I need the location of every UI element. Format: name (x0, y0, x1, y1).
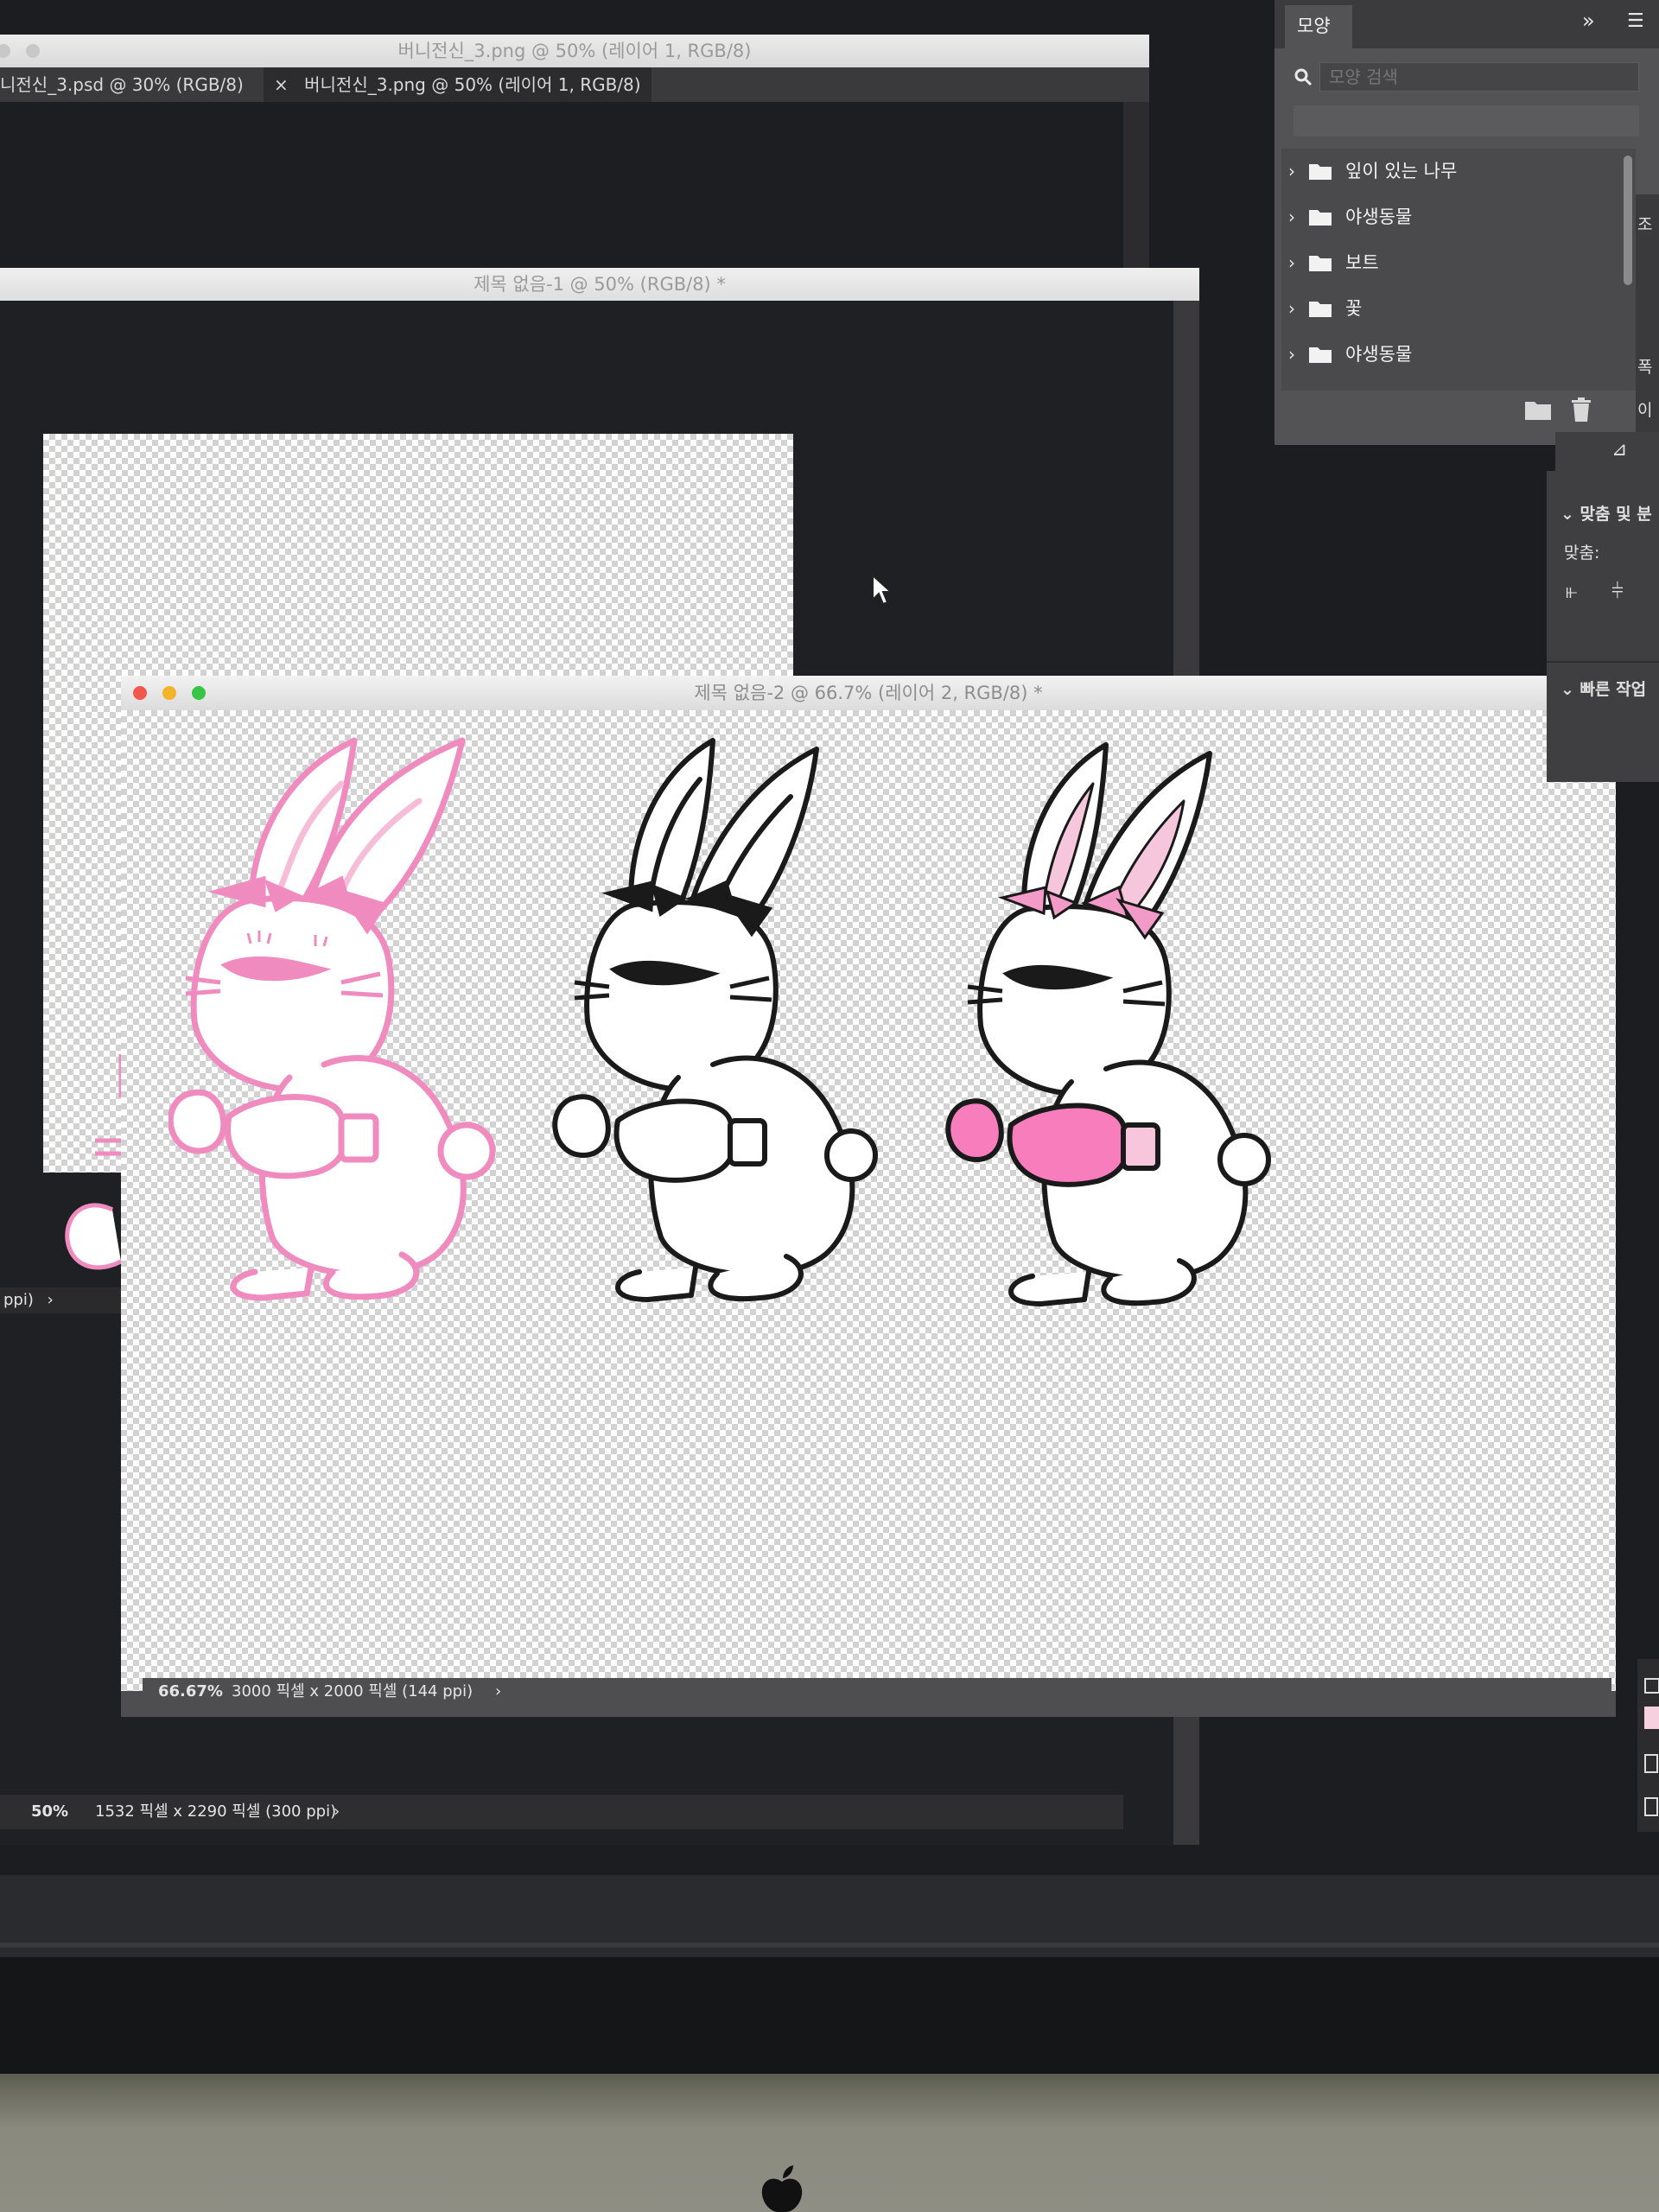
shape-search-input[interactable] (1319, 62, 1639, 92)
align-label-text: 맞춤: (1564, 543, 1600, 563)
collapse-icon[interactable]: » (1582, 9, 1595, 33)
shape-folder-list: › 잎이 있는 나무 › 야생동물 › 보트 › 꽃 › 야생동물 (1281, 149, 1636, 391)
bunny-pink-partial (65, 1054, 124, 1270)
chevron-right-icon[interactable]: › (1288, 286, 1295, 331)
apple-logo-icon (761, 2165, 803, 2212)
new-folder-icon[interactable] (1525, 399, 1551, 420)
folder-icon (1309, 164, 1332, 180)
trash-icon[interactable] (1570, 397, 1592, 422)
chevron-right-icon[interactable]: › (1288, 240, 1295, 285)
window-title: 제목 없음-1 @ 50% (RGB/8) * (474, 274, 726, 295)
angle-icon[interactable]: ⊿ (1611, 439, 1627, 461)
window-right-edge (1123, 102, 1149, 268)
divider (1547, 661, 1659, 663)
shape-folder-item[interactable]: › 보트 (1281, 240, 1627, 285)
mouse-cursor-icon (872, 574, 893, 606)
shape-preview-strip (1294, 105, 1639, 137)
shape-folder-item[interactable]: › 잎이 있는 나무 (1281, 149, 1627, 194)
align-left-icon[interactable]: ⫦ (1566, 579, 1578, 603)
doc-icon[interactable] (1644, 1754, 1658, 1773)
monitor-bezel-edge (0, 1942, 1659, 1948)
shape-folder-item[interactable]: › 야생동물 (1281, 332, 1627, 377)
chevron-down-icon: ⌄ (1560, 505, 1580, 524)
align-center-icon[interactable]: ⫩ (1611, 579, 1624, 603)
canvas-transparent[interactable] (121, 710, 1616, 1691)
shapes-panel: 모양 » ☰ › 잎이 있는 나무 › 야생동물 › 보트 › 꽃 › (1274, 0, 1659, 445)
folder-icon (1309, 210, 1332, 226)
chevron-right-icon[interactable]: › (1288, 149, 1295, 194)
window-title-bar[interactable]: 제목 없음-2 @ 66.7% (레이어 2, RGB/8) * (121, 676, 1616, 710)
status-bar: 66.67% 3000 픽셀 x 2000 픽셀 (144 ppi) › (143, 1678, 1611, 1706)
color-swatch[interactable] (1644, 1707, 1659, 1729)
chevron-right-icon[interactable]: › (1288, 194, 1295, 239)
shape-folder-item[interactable]: › 야생동물 (1281, 194, 1627, 239)
monitor-chin (0, 2074, 1659, 2212)
status-chevron-icon[interactable]: › (334, 1795, 340, 1829)
document-size: 3000 픽셀 x 2000 픽셀 (144 ppi) (232, 1682, 474, 1700)
bunny-black-outline[interactable] (549, 736, 929, 1306)
properties-angle-row: ⊿ (1555, 432, 1659, 471)
document-window-front[interactable]: 제목 없음-2 @ 66.7% (레이어 2, RGB/8) * 66.67% … (121, 676, 1616, 1717)
window-title-bar[interactable]: 제목 없음-1 @ 50% (RGB/8) * (0, 268, 1199, 301)
document-canvas-area (0, 102, 1123, 268)
chevron-down-icon: ⌄ (1560, 680, 1580, 699)
document-window-back[interactable]: 버니전신_3.png @ 50% (레이어 1, RGB/8) 니전신_3.ps… (0, 35, 1149, 268)
close-icon[interactable]: × (274, 74, 289, 95)
properties-panel: ⌄ 맞춤 및 분 맞춤: ⫦ ⫩ ⌄ 빠른 작업 (1547, 471, 1659, 782)
window-close-button[interactable] (133, 686, 147, 700)
window-title: 제목 없음-2 @ 66.7% (레이어 2, RGB/8) * (694, 683, 1043, 703)
layer-icon[interactable] (1644, 1678, 1659, 1694)
zoom-level[interactable]: 66.67% (158, 1678, 223, 1706)
search-icon (1294, 68, 1313, 86)
doc-icon[interactable] (1644, 1797, 1658, 1816)
bunny-pink-outline[interactable] (168, 736, 549, 1302)
window-zoom-button[interactable] (192, 686, 206, 700)
section-quick-actions[interactable]: ⌄ 빠른 작업 (1560, 677, 1646, 700)
folder-icon (1309, 302, 1332, 317)
bunny-pink-accent[interactable] (942, 741, 1322, 1311)
document-size: 1532 픽셀 x 2290 픽셀 (300 ppi) (95, 1802, 337, 1821)
properties-side-strip: 조 폭 이 (1636, 194, 1659, 471)
chevron-right-icon[interactable]: › (1288, 332, 1295, 377)
tab-png[interactable]: × 버니전신_3.png @ 50% (레이어 1, RGB/8) (264, 67, 652, 102)
window-minimize-button[interactable] (162, 686, 176, 700)
document-tab-bar: 니전신_3.psd @ 30% (RGB/8) × 버니전신_3.png @ 5… (0, 67, 1149, 102)
window-min-dot[interactable] (26, 44, 40, 58)
window-title-bar[interactable]: 버니전신_3.png @ 50% (레이어 1, RGB/8) (0, 35, 1149, 67)
folder-icon (1309, 256, 1332, 271)
section-align[interactable]: ⌄ 맞춤 및 분 (1560, 501, 1652, 524)
window-title: 버니전신_3.png @ 50% (레이어 1, RGB/8) (397, 41, 752, 61)
status-chevron-icon[interactable]: › (495, 1678, 501, 1706)
tab-shapes[interactable]: 모양 (1285, 5, 1352, 48)
zoom-level[interactable]: 50% (31, 1795, 68, 1829)
panel-menu-icon[interactable]: ☰ (1627, 10, 1644, 32)
status-bar: 50% 1532 픽셀 x 2290 픽셀 (300 ppi) › (0, 1795, 1123, 1829)
tab-psd[interactable]: 니전신_3.psd @ 30% (RGB/8) (0, 67, 254, 102)
shape-folder-item[interactable]: › 꽃 (1281, 286, 1627, 331)
right-toolbar (1637, 1659, 1659, 1832)
status-bar-left: ppi) › (0, 1287, 138, 1313)
list-scrollbar[interactable] (1624, 156, 1632, 285)
folder-icon (1309, 347, 1332, 363)
